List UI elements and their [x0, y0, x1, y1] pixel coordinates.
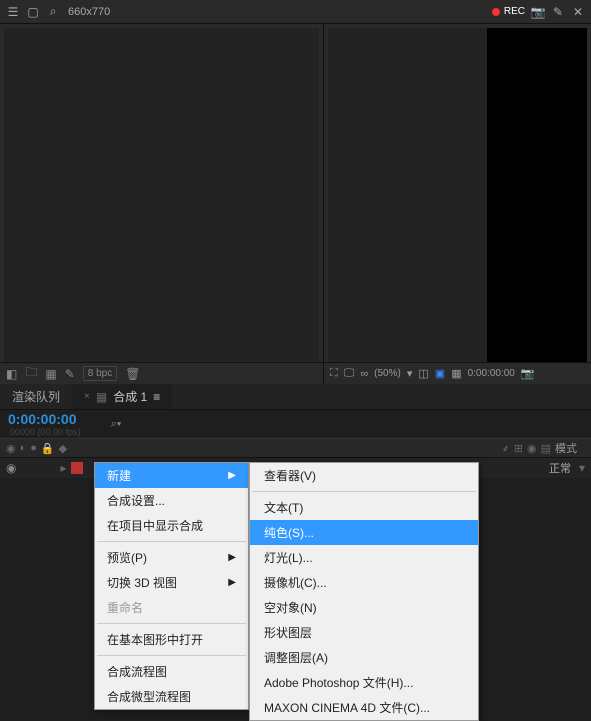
ctx-label: 在基本图形中打开 — [107, 631, 203, 648]
interpret-icon[interactable]: ◧ — [6, 367, 17, 381]
context-menu: 新建 ▶ 合成设置... 在项目中显示合成 预览(P) ▶ 切换 3D 视图 ▶ 重命… — [94, 462, 249, 710]
sub-camera[interactable]: 摄像机(C)... — [250, 570, 478, 595]
separator — [252, 491, 476, 492]
sub-text[interactable]: 文本(T) — [250, 495, 478, 520]
layer-search[interactable]: ⌕▾ — [111, 418, 122, 431]
search-icon[interactable]: ⌕ — [46, 5, 60, 19]
tab-menu-icon[interactable]: ≡ — [153, 390, 160, 404]
separator — [97, 655, 246, 656]
ctx-label: 切换 3D 视图 — [107, 574, 177, 591]
column-header: ◉ ◐ ● 🔒 ◆ ⸙ ⊞ ◉ ▤ 模式 — [0, 438, 591, 458]
shy-icon[interactable]: ⸙ — [502, 441, 510, 456]
ctx-toggle-3d[interactable]: 切换 3D 视图 ▶ — [95, 570, 248, 595]
tab-close-icon[interactable]: × — [84, 391, 90, 402]
record-label: REC — [504, 6, 525, 17]
goggles-icon[interactable]: ∞ — [360, 368, 368, 380]
comp-icon[interactable]: ▦ — [45, 367, 56, 381]
trash-icon[interactable]: 🗑 — [125, 367, 140, 381]
mag-icon[interactable]: ⛶ — [330, 367, 338, 380]
label-color[interactable] — [71, 462, 83, 474]
sub-shape[interactable]: 形状图层 — [250, 620, 478, 645]
viewer-footer: ⛶ 🖵 ∞ (50%) ▾ ◫ ▣ ▦ 0:00:00:00 📷 — [324, 362, 591, 384]
viewer-content[interactable] — [328, 28, 587, 380]
record-dot-icon — [492, 8, 500, 16]
adjust-icon[interactable]: ✎ — [65, 367, 75, 381]
transparency-icon[interactable]: ▦ — [451, 367, 461, 380]
fx-icon[interactable]: ⊞ — [514, 442, 523, 455]
preview-area — [487, 28, 587, 368]
alpha-icon[interactable]: ◫ — [418, 367, 428, 380]
mode-chevron-icon[interactable]: ▾ — [579, 461, 585, 475]
sub-adjust[interactable]: 调整图层(A) — [250, 645, 478, 670]
mb-icon[interactable]: ◉ — [527, 442, 537, 455]
time-header: 0:00:00:00 00000 (00.00 fps) ⌕▾ — [0, 410, 591, 438]
ctx-rename: 重命名 — [95, 595, 248, 620]
snapshot-icon[interactable]: 📷 — [521, 367, 535, 380]
time-display[interactable]: 0:00:00:00 — [468, 368, 515, 379]
label-header-icon[interactable]: ◆ — [59, 442, 67, 455]
ctx-comp-settings[interactable]: 合成设置... — [95, 488, 248, 513]
ctx-mini-flowchart[interactable]: 合成微型流程图 — [95, 684, 248, 709]
sub-null[interactable]: 空对象(N) — [250, 595, 478, 620]
sub-c4d[interactable]: MAXON CINEMA 4D 文件(C)... — [250, 695, 478, 720]
graph-icon[interactable]: ▤ — [541, 442, 551, 455]
comp-viewer: ⛶ 🖵 ∞ (50%) ▾ ◫ ▣ ▦ 0:00:00:00 📷 — [324, 24, 591, 384]
folder-icon[interactable]: 🗀 — [25, 363, 37, 384]
audio-header-icon[interactable]: ◐ — [20, 442, 27, 454]
sub-viewer[interactable]: 查看器(V) — [250, 463, 478, 488]
solo-header-icon[interactable]: ● — [30, 442, 37, 454]
ctx-open-essential[interactable]: 在基本图形中打开 — [95, 627, 248, 652]
submenu-arrow-icon: ▶ — [228, 577, 236, 588]
project-footer: ◧ 🗀 ▦ ✎ 8 bpc 🗑 — [0, 362, 323, 384]
comp-chip-icon: ▦ — [96, 390, 107, 404]
hamburger-icon[interactable]: ☰ — [6, 5, 20, 19]
search-prompt-icon: ⌕▾ — [111, 418, 122, 431]
submenu-arrow-icon: ▶ — [228, 470, 236, 481]
sub-psd[interactable]: Adobe Photoshop 文件(H)... — [250, 670, 478, 695]
panels: ◧ 🗀 ▦ ✎ 8 bpc 🗑 ⛶ 🖵 ∞ (50%) ▾ ◫ ▣ ▦ 0:00… — [0, 24, 591, 384]
ctx-label: 重命名 — [107, 599, 143, 616]
tab-label: 渲染队列 — [12, 388, 60, 405]
ctx-show-in-project[interactable]: 在项目中显示合成 — [95, 513, 248, 538]
camera-icon[interactable]: 📷 — [531, 5, 545, 19]
monitor-icon[interactable]: 🖵 — [344, 367, 355, 380]
twirl-icon[interactable]: ▸ — [60, 461, 66, 475]
sub-light[interactable]: 灯光(L)... — [250, 545, 478, 570]
new-submenu: 查看器(V) 文本(T) 纯色(S)... 灯光(L)... 摄像机(C)...… — [249, 462, 479, 721]
timecode[interactable]: 0:00:00:00 — [8, 411, 81, 427]
separator — [97, 541, 246, 542]
record-indicator[interactable]: REC — [492, 6, 525, 17]
region-icon[interactable]: ▣ — [435, 367, 445, 380]
tab-render-queue[interactable]: 渲染队列 — [0, 384, 72, 409]
tab-comp[interactable]: × ▦ 合成 1 ≡ — [72, 384, 172, 409]
search-text[interactable]: 660x770 — [68, 6, 110, 18]
ctx-label: 新建 — [107, 467, 131, 484]
sub-solid[interactable]: 纯色(S)... — [250, 520, 478, 545]
ctx-label: 在项目中显示合成 — [107, 517, 203, 534]
ctx-label: 预览(P) — [107, 549, 147, 566]
top-toolbar: ☰ ▢ ⌕ 660x770 REC 📷 ✎ ✕ — [0, 0, 591, 24]
project-panel: ◧ 🗀 ▦ ✎ 8 bpc 🗑 — [0, 24, 324, 384]
eye-icon[interactable]: ◉ — [6, 461, 16, 475]
ctx-label: 合成设置... — [107, 492, 165, 509]
zoom-value[interactable]: (50%) — [374, 368, 401, 379]
eye-header-icon[interactable]: ◉ — [6, 442, 16, 455]
lock-header-icon[interactable]: 🔒 — [41, 442, 55, 455]
timeline-tabs: 渲染队列 × ▦ 合成 1 ≡ — [0, 384, 591, 410]
ctx-preview[interactable]: 预览(P) ▶ — [95, 545, 248, 570]
timecode-sub: 00000 (00.00 fps) — [10, 427, 81, 437]
ctx-new[interactable]: 新建 ▶ — [95, 463, 248, 488]
bpc-button[interactable]: 8 bpc — [83, 366, 117, 381]
mode-value[interactable]: 正常 — [549, 460, 571, 476]
window-icon[interactable]: ▢ — [26, 5, 40, 19]
project-panel-content[interactable] — [4, 28, 319, 380]
submenu-arrow-icon: ▶ — [228, 552, 236, 563]
close-icon[interactable]: ✕ — [571, 5, 585, 19]
mode-header[interactable]: 模式 — [555, 440, 585, 456]
edit-icon[interactable]: ✎ — [551, 5, 565, 19]
tab-label: 合成 1 — [113, 388, 147, 405]
chevron-down-icon[interactable]: ▾ — [407, 367, 413, 380]
ctx-label: 合成微型流程图 — [107, 688, 191, 705]
separator — [97, 623, 246, 624]
